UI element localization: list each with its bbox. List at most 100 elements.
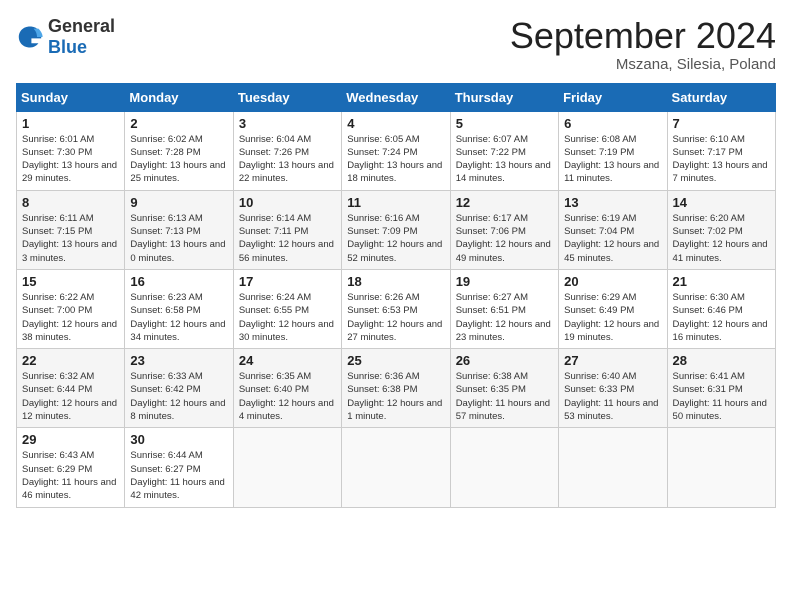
- day-info: Sunrise: 6:11 AMSunset: 7:15 PMDaylight:…: [22, 213, 117, 264]
- table-row: 3 Sunrise: 6:04 AMSunset: 7:26 PMDayligh…: [233, 111, 341, 190]
- logo-icon: [16, 23, 44, 51]
- day-info: Sunrise: 6:16 AMSunset: 7:09 PMDaylight:…: [347, 213, 442, 264]
- col-tuesday: Tuesday: [233, 83, 341, 111]
- day-number: 20: [564, 274, 661, 289]
- day-number: 25: [347, 353, 444, 368]
- logo-general: General: [48, 16, 115, 36]
- table-row: 25 Sunrise: 6:36 AMSunset: 6:38 PMDaylig…: [342, 349, 450, 428]
- calendar-header-row: Sunday Monday Tuesday Wednesday Thursday…: [17, 83, 776, 111]
- day-info: Sunrise: 6:17 AMSunset: 7:06 PMDaylight:…: [456, 213, 551, 264]
- calendar-week-row: 15 Sunrise: 6:22 AMSunset: 7:00 PMDaylig…: [17, 269, 776, 348]
- day-info: Sunrise: 6:20 AMSunset: 7:02 PMDaylight:…: [673, 213, 768, 264]
- table-row: 26 Sunrise: 6:38 AMSunset: 6:35 PMDaylig…: [450, 349, 558, 428]
- day-number: 15: [22, 274, 119, 289]
- day-info: Sunrise: 6:14 AMSunset: 7:11 PMDaylight:…: [239, 213, 334, 264]
- table-row: 13 Sunrise: 6:19 AMSunset: 7:04 PMDaylig…: [559, 190, 667, 269]
- day-info: Sunrise: 6:04 AMSunset: 7:26 PMDaylight:…: [239, 134, 334, 185]
- day-info: Sunrise: 6:38 AMSunset: 6:35 PMDaylight:…: [456, 371, 550, 422]
- day-info: Sunrise: 6:19 AMSunset: 7:04 PMDaylight:…: [564, 213, 659, 264]
- day-number: 9: [130, 195, 227, 210]
- table-row: 9 Sunrise: 6:13 AMSunset: 7:13 PMDayligh…: [125, 190, 233, 269]
- day-info: Sunrise: 6:35 AMSunset: 6:40 PMDaylight:…: [239, 371, 334, 422]
- table-row: 14 Sunrise: 6:20 AMSunset: 7:02 PMDaylig…: [667, 190, 775, 269]
- day-info: Sunrise: 6:07 AMSunset: 7:22 PMDaylight:…: [456, 134, 551, 185]
- day-number: 7: [673, 116, 770, 131]
- day-info: Sunrise: 6:23 AMSunset: 6:58 PMDaylight:…: [130, 292, 225, 343]
- table-row: [342, 428, 450, 507]
- day-number: 24: [239, 353, 336, 368]
- logo-blue: Blue: [48, 37, 87, 57]
- table-row: 4 Sunrise: 6:05 AMSunset: 7:24 PMDayligh…: [342, 111, 450, 190]
- location-subtitle: Mszana, Silesia, Poland: [510, 56, 776, 73]
- day-info: Sunrise: 6:32 AMSunset: 6:44 PMDaylight:…: [22, 371, 117, 422]
- table-row: 28 Sunrise: 6:41 AMSunset: 6:31 PMDaylig…: [667, 349, 775, 428]
- day-number: 27: [564, 353, 661, 368]
- table-row: 17 Sunrise: 6:24 AMSunset: 6:55 PMDaylig…: [233, 269, 341, 348]
- table-row: 19 Sunrise: 6:27 AMSunset: 6:51 PMDaylig…: [450, 269, 558, 348]
- day-info: Sunrise: 6:29 AMSunset: 6:49 PMDaylight:…: [564, 292, 659, 343]
- day-number: 8: [22, 195, 119, 210]
- day-number: 14: [673, 195, 770, 210]
- day-info: Sunrise: 6:30 AMSunset: 6:46 PMDaylight:…: [673, 292, 768, 343]
- day-number: 22: [22, 353, 119, 368]
- day-info: Sunrise: 6:41 AMSunset: 6:31 PMDaylight:…: [673, 371, 767, 422]
- day-number: 12: [456, 195, 553, 210]
- table-row: 5 Sunrise: 6:07 AMSunset: 7:22 PMDayligh…: [450, 111, 558, 190]
- month-title: September 2024: [510, 16, 776, 56]
- day-info: Sunrise: 6:01 AMSunset: 7:30 PMDaylight:…: [22, 134, 117, 185]
- calendar-week-row: 8 Sunrise: 6:11 AMSunset: 7:15 PMDayligh…: [17, 190, 776, 269]
- day-number: 1: [22, 116, 119, 131]
- day-number: 4: [347, 116, 444, 131]
- col-sunday: Sunday: [17, 83, 125, 111]
- table-row: [233, 428, 341, 507]
- table-row: 29 Sunrise: 6:43 AMSunset: 6:29 PMDaylig…: [17, 428, 125, 507]
- table-row: [667, 428, 775, 507]
- day-number: 3: [239, 116, 336, 131]
- logo: General Blue: [16, 16, 115, 58]
- table-row: 27 Sunrise: 6:40 AMSunset: 6:33 PMDaylig…: [559, 349, 667, 428]
- day-info: Sunrise: 6:40 AMSunset: 6:33 PMDaylight:…: [564, 371, 658, 422]
- table-row: 21 Sunrise: 6:30 AMSunset: 6:46 PMDaylig…: [667, 269, 775, 348]
- col-monday: Monday: [125, 83, 233, 111]
- day-number: 29: [22, 432, 119, 447]
- table-row: 6 Sunrise: 6:08 AMSunset: 7:19 PMDayligh…: [559, 111, 667, 190]
- day-number: 26: [456, 353, 553, 368]
- table-row: 30 Sunrise: 6:44 AMSunset: 6:27 PMDaylig…: [125, 428, 233, 507]
- day-info: Sunrise: 6:33 AMSunset: 6:42 PMDaylight:…: [130, 371, 225, 422]
- day-info: Sunrise: 6:27 AMSunset: 6:51 PMDaylight:…: [456, 292, 551, 343]
- day-number: 11: [347, 195, 444, 210]
- day-number: 2: [130, 116, 227, 131]
- day-info: Sunrise: 6:26 AMSunset: 6:53 PMDaylight:…: [347, 292, 442, 343]
- day-number: 28: [673, 353, 770, 368]
- calendar-table: Sunday Monday Tuesday Wednesday Thursday…: [16, 83, 776, 508]
- day-info: Sunrise: 6:10 AMSunset: 7:17 PMDaylight:…: [673, 134, 768, 185]
- day-number: 21: [673, 274, 770, 289]
- calendar-week-row: 29 Sunrise: 6:43 AMSunset: 6:29 PMDaylig…: [17, 428, 776, 507]
- table-row: [559, 428, 667, 507]
- day-number: 13: [564, 195, 661, 210]
- table-row: [450, 428, 558, 507]
- day-number: 5: [456, 116, 553, 131]
- table-row: 8 Sunrise: 6:11 AMSunset: 7:15 PMDayligh…: [17, 190, 125, 269]
- logo-text: General Blue: [48, 16, 115, 58]
- col-friday: Friday: [559, 83, 667, 111]
- col-thursday: Thursday: [450, 83, 558, 111]
- day-info: Sunrise: 6:08 AMSunset: 7:19 PMDaylight:…: [564, 134, 659, 185]
- col-wednesday: Wednesday: [342, 83, 450, 111]
- day-info: Sunrise: 6:02 AMSunset: 7:28 PMDaylight:…: [130, 134, 225, 185]
- table-row: 10 Sunrise: 6:14 AMSunset: 7:11 PMDaylig…: [233, 190, 341, 269]
- day-number: 19: [456, 274, 553, 289]
- day-number: 18: [347, 274, 444, 289]
- day-info: Sunrise: 6:36 AMSunset: 6:38 PMDaylight:…: [347, 371, 442, 422]
- table-row: 20 Sunrise: 6:29 AMSunset: 6:49 PMDaylig…: [559, 269, 667, 348]
- table-row: 11 Sunrise: 6:16 AMSunset: 7:09 PMDaylig…: [342, 190, 450, 269]
- page-container: General Blue September 2024 Mszana, Sile…: [0, 0, 792, 516]
- table-row: 12 Sunrise: 6:17 AMSunset: 7:06 PMDaylig…: [450, 190, 558, 269]
- table-row: 7 Sunrise: 6:10 AMSunset: 7:17 PMDayligh…: [667, 111, 775, 190]
- day-info: Sunrise: 6:13 AMSunset: 7:13 PMDaylight:…: [130, 213, 225, 264]
- col-saturday: Saturday: [667, 83, 775, 111]
- day-info: Sunrise: 6:43 AMSunset: 6:29 PMDaylight:…: [22, 450, 116, 501]
- table-row: 1 Sunrise: 6:01 AMSunset: 7:30 PMDayligh…: [17, 111, 125, 190]
- calendar-week-row: 22 Sunrise: 6:32 AMSunset: 6:44 PMDaylig…: [17, 349, 776, 428]
- day-info: Sunrise: 6:05 AMSunset: 7:24 PMDaylight:…: [347, 134, 442, 185]
